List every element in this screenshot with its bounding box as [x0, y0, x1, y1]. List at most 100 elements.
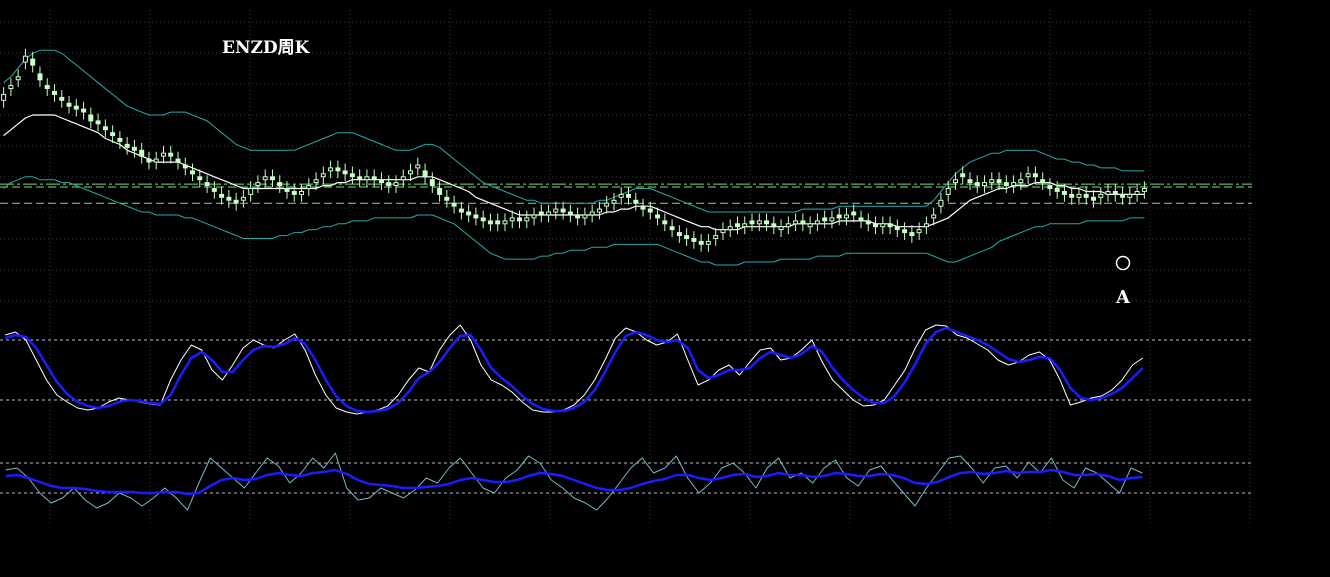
candle-body: [923, 223, 929, 228]
candle-body: [807, 223, 813, 228]
candle-body: [364, 176, 370, 181]
candle-body: [342, 170, 348, 175]
candle-body: [691, 238, 697, 242]
candle-body: [299, 191, 304, 195]
candle-body: [662, 220, 668, 225]
candle-body: [349, 173, 355, 178]
candle-body: [865, 220, 871, 225]
candle-body: [1040, 179, 1046, 184]
candle-body: [313, 179, 319, 184]
candle-body: [429, 179, 435, 187]
candle-body: [52, 91, 57, 95]
candle-body: [168, 152, 174, 157]
candle-body: [822, 217, 828, 222]
candle-body: [764, 220, 769, 225]
candle-body: [575, 214, 581, 219]
candle-body: [487, 220, 493, 225]
candle-body: [524, 217, 530, 222]
candle-body: [255, 182, 261, 187]
candle-body: [793, 220, 799, 225]
candle-body: [306, 185, 312, 190]
candle-body: [88, 114, 94, 122]
candle-body: [1047, 185, 1053, 190]
annotation-label: A: [1115, 287, 1131, 308]
candle-body: [437, 188, 443, 195]
candle-body: [219, 193, 225, 198]
candle-body: [95, 120, 101, 125]
candle-body: [22, 55, 28, 63]
candle-body: [916, 229, 922, 234]
candle-body: [139, 149, 145, 157]
candle-body: [1018, 179, 1024, 184]
candle-body: [153, 158, 159, 163]
candle-body: [778, 226, 784, 231]
candle-body: [553, 208, 559, 213]
candle-body: [771, 223, 777, 228]
candle-body: [73, 105, 79, 110]
candle-body: [800, 220, 806, 225]
candle-body: [626, 193, 631, 198]
candle-body: [131, 146, 137, 151]
candle-body: [567, 211, 573, 216]
candle-body: [698, 240, 704, 245]
candle-body: [589, 211, 595, 216]
candle-body: [604, 202, 610, 207]
candle-body: [953, 179, 958, 184]
candle-body: [393, 182, 399, 187]
candle-body: [277, 182, 283, 187]
candle-body: [1141, 188, 1147, 192]
candle-body: [270, 176, 275, 181]
candle-body: [960, 173, 966, 178]
candle-body: [8, 85, 14, 89]
candle-body: [538, 211, 544, 216]
candle-body: [945, 188, 951, 195]
candle-body: [357, 176, 363, 181]
candle-body: [655, 214, 661, 219]
candle-body: [989, 179, 995, 184]
candle-body: [509, 217, 515, 222]
candle-body: [894, 226, 900, 231]
candle-body: [858, 217, 864, 222]
candle-body: [909, 232, 915, 237]
candle-body: [386, 182, 392, 187]
candle-body: [727, 226, 733, 231]
candle-body: [495, 220, 501, 225]
candle-body: [117, 138, 123, 142]
candle-body: [705, 240, 711, 245]
candle-body: [502, 220, 508, 225]
candle-body: [335, 167, 341, 172]
candle-body: [124, 143, 130, 148]
candle-body: [422, 170, 428, 178]
candle-body: [175, 158, 181, 163]
candle-body: [1112, 191, 1118, 195]
candle-body: [146, 158, 152, 163]
candle-body: [531, 214, 537, 219]
candle-body: [1076, 193, 1082, 198]
candle-body: [415, 164, 421, 169]
candle-body: [204, 182, 210, 187]
candle-body: [1120, 193, 1126, 198]
candle-body: [190, 170, 195, 175]
candle-body: [1127, 193, 1133, 198]
candle-body: [1011, 182, 1017, 187]
candle-body: [814, 220, 820, 225]
candle-body: [102, 126, 108, 131]
candle-body: [1061, 191, 1067, 195]
chart-background: [0, 0, 1330, 577]
candle-body: [320, 173, 326, 178]
candle-body: [887, 223, 893, 228]
candle-body: [1134, 191, 1140, 195]
candle-body: [262, 176, 268, 181]
candle-body: [1032, 173, 1038, 178]
candle-body: [633, 199, 639, 204]
candle-body: [647, 208, 653, 213]
chart-root: ENZD周K A: [0, 0, 1330, 577]
candle-body: [240, 196, 246, 201]
candle-body: [902, 229, 908, 234]
candle-body: [546, 211, 552, 216]
candle-body: [720, 229, 726, 234]
candle-body: [735, 223, 740, 228]
candle-body: [458, 208, 464, 213]
candle-body: [713, 235, 719, 240]
candle-body: [182, 164, 188, 169]
